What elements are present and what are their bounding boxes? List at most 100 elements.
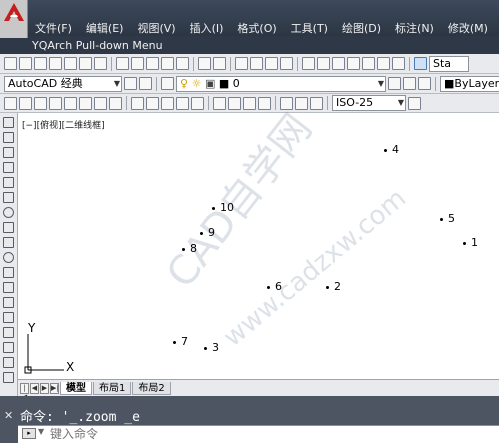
baseline-dim-icon[interactable]	[146, 96, 159, 110]
rectangle-icon[interactable]	[3, 177, 14, 188]
menu-file[interactable]: 文件(F)	[28, 20, 79, 38]
insert-block-icon[interactable]	[3, 282, 14, 293]
text-style-combo[interactable]: Sta	[429, 55, 469, 72]
arc-icon[interactable]	[3, 192, 14, 203]
layer-state-icon[interactable]	[418, 77, 431, 90]
command-input[interactable]	[50, 426, 490, 441]
tab-model[interactable]: 模型	[60, 381, 92, 395]
cut-icon[interactable]	[116, 57, 129, 70]
copy-icon[interactable]	[131, 57, 144, 70]
undo-icon[interactable]	[198, 57, 211, 70]
arc-length-icon[interactable]	[34, 96, 47, 110]
linear-dim-icon[interactable]	[4, 96, 17, 110]
save-icon[interactable]	[34, 57, 47, 70]
menu-edit[interactable]: 编辑(E)	[79, 20, 131, 38]
revision-cloud-icon[interactable]	[3, 222, 14, 233]
last-tab-icon[interactable]: ▶|	[50, 382, 59, 394]
help-icon[interactable]	[392, 57, 405, 70]
aligned-dim-icon[interactable]	[19, 96, 32, 110]
inspect-icon[interactable]	[243, 96, 256, 110]
layer-properties-icon[interactable]	[161, 77, 174, 90]
line-icon[interactable]	[3, 117, 14, 128]
zoom-window-icon[interactable]	[265, 57, 278, 70]
layer-previous-icon[interactable]	[403, 77, 416, 90]
table-icon[interactable]	[3, 372, 14, 383]
center-mark-icon[interactable]	[228, 96, 241, 110]
3d-print-icon[interactable]	[94, 57, 107, 70]
text-style-icon[interactable]	[414, 57, 427, 70]
polyline-icon[interactable]	[3, 147, 14, 158]
menu-modify[interactable]: 修改(M)	[441, 20, 495, 38]
ellipse-icon[interactable]	[3, 252, 14, 263]
angular-dim-icon[interactable]	[109, 96, 122, 110]
dim-update-icon[interactable]	[310, 96, 323, 110]
first-tab-icon[interactable]: |◀	[20, 382, 29, 401]
workspace-combo[interactable]: AutoCAD 经典 ▼	[4, 75, 122, 92]
dimension-style-icon[interactable]	[408, 96, 421, 110]
yqarch-menu[interactable]: YQArch Pull-down Menu	[32, 38, 163, 54]
ordinate-dim-icon[interactable]	[49, 96, 62, 110]
region-icon[interactable]	[3, 357, 14, 368]
design-center-icon[interactable]	[317, 57, 330, 70]
make-block-icon[interactable]	[3, 297, 14, 308]
publish-icon[interactable]	[79, 57, 92, 70]
tab-layout1[interactable]: 布局1	[93, 381, 132, 395]
point-3[interactable]	[204, 347, 207, 350]
block-editor-icon[interactable]	[176, 57, 189, 70]
open-icon[interactable]	[19, 57, 32, 70]
zoom-realtime-icon[interactable]	[250, 57, 263, 70]
plot-icon[interactable]	[49, 57, 62, 70]
jogged-dim-icon[interactable]	[79, 96, 92, 110]
radius-dim-icon[interactable]	[64, 96, 77, 110]
menu-draw[interactable]: 绘图(D)	[335, 20, 388, 38]
point-5[interactable]	[440, 218, 443, 221]
ellipse-arc-icon[interactable]	[3, 267, 14, 278]
make-current-icon[interactable]	[388, 77, 401, 90]
point-icon[interactable]	[3, 312, 14, 323]
quickcalc-icon[interactable]	[377, 57, 390, 70]
command-prompt-icon[interactable]: ▸	[22, 428, 36, 439]
menu-view[interactable]: 视图(V)	[130, 20, 182, 38]
menu-tools[interactable]: 工具(T)	[284, 20, 335, 38]
tab-layout2[interactable]: 布局2	[132, 381, 171, 395]
polygon-icon[interactable]	[3, 162, 14, 173]
point-7[interactable]	[173, 341, 176, 344]
dimstyle-combo[interactable]: ISO-25 ▼	[332, 95, 406, 111]
plot-preview-icon[interactable]	[64, 57, 77, 70]
point-1[interactable]	[463, 242, 466, 245]
application-button[interactable]	[0, 0, 28, 38]
menu-format[interactable]: 格式(O)	[230, 20, 283, 38]
hatch-icon[interactable]	[3, 327, 14, 338]
spline-icon[interactable]	[3, 237, 14, 248]
circle-icon[interactable]	[3, 207, 14, 218]
color-combo[interactable]: ■ByLayer	[440, 75, 499, 92]
point-6[interactable]	[267, 286, 270, 289]
workspace-settings-icon[interactable]	[124, 77, 137, 90]
menu-insert[interactable]: 插入(I)	[183, 20, 231, 38]
point-2[interactable]	[326, 286, 329, 289]
dim-text-edit-icon[interactable]	[295, 96, 308, 110]
markup-icon[interactable]	[362, 57, 375, 70]
sheet-set-icon[interactable]	[347, 57, 360, 70]
chevron-down-icon[interactable]: ▼	[38, 427, 44, 436]
properties-icon[interactable]	[302, 57, 315, 70]
point-9[interactable]	[200, 232, 203, 235]
workspace-save-icon[interactable]	[139, 77, 152, 90]
menu-dimension[interactable]: 标注(N)	[388, 20, 441, 38]
dim-break-icon[interactable]	[191, 96, 204, 110]
quick-dim-icon[interactable]	[131, 96, 144, 110]
prev-tab-icon[interactable]: ◀	[30, 382, 39, 394]
close-icon[interactable]: ✕	[4, 410, 14, 421]
tolerance-icon[interactable]	[213, 96, 226, 110]
zoom-previous-icon[interactable]	[280, 57, 293, 70]
next-tab-icon[interactable]: ▶	[40, 382, 49, 394]
pan-icon[interactable]	[235, 57, 248, 70]
redo-icon[interactable]	[213, 57, 226, 70]
viewport-label[interactable]: [−][俯视][二维线框]	[22, 118, 105, 131]
diameter-dim-icon[interactable]	[94, 96, 107, 110]
tool-palettes-icon[interactable]	[332, 57, 345, 70]
match-properties-icon[interactable]	[161, 57, 174, 70]
point-4[interactable]	[384, 149, 387, 152]
point-10[interactable]	[212, 207, 215, 210]
dim-space-icon[interactable]	[176, 96, 189, 110]
